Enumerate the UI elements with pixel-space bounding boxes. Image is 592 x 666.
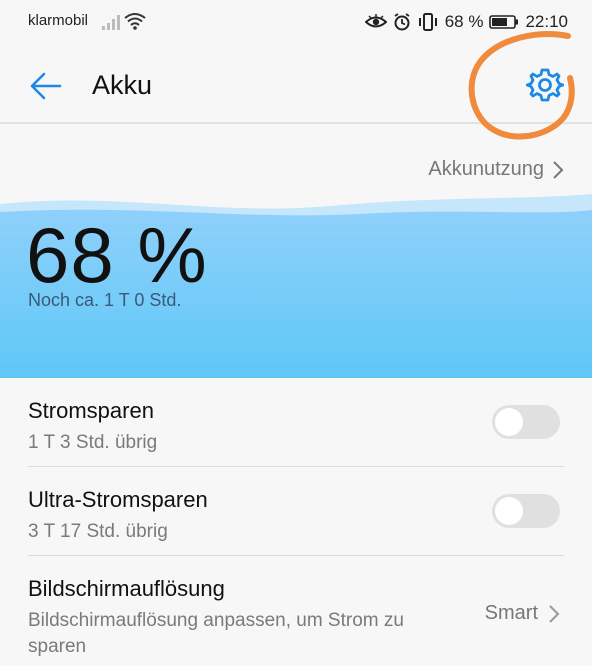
battery-remaining-time: Noch ca. 1 T 0 Std.	[28, 290, 182, 310]
list-item-ultra-power-saving[interactable]: Ultra-Stromsparen 3 T 17 Std. übrig	[28, 467, 564, 556]
vibrate-icon	[418, 13, 437, 31]
alarm-icon	[394, 13, 410, 31]
list-item-power-saving[interactable]: Stromsparen 1 T 3 Std. übrig	[28, 378, 564, 467]
battery-usage-link[interactable]: Akkunutzung	[428, 158, 564, 181]
settings-list: Stromsparen 1 T 3 Std. übrig Ultra-Strom…	[0, 378, 592, 666]
list-item-screen-resolution[interactable]: Bildschirmauflösung Bildschirmauflösung …	[28, 556, 564, 666]
power-saving-subtitle: 1 T 3 Std. übrig	[28, 432, 158, 453]
screen-resolution-title: Bildschirmauflösung	[28, 576, 225, 601]
chevron-right-icon	[553, 160, 564, 179]
annotation-circle	[468, 31, 575, 140]
toggle-knob	[495, 497, 523, 525]
battery-percent-large: 68 %	[26, 211, 208, 299]
carrier-name: klarmobil	[28, 12, 89, 29]
battery-usage-label: Akkunutzung	[428, 158, 544, 180]
battery-percent-text: 68 %	[444, 12, 484, 31]
battery-icon	[489, 15, 519, 29]
ultra-power-saving-subtitle: 3 T 17 Std. übrig	[28, 521, 168, 542]
toggle-knob	[495, 408, 523, 436]
power-saving-toggle[interactable]	[492, 405, 560, 439]
back-arrow-icon[interactable]	[28, 68, 64, 104]
chevron-right-icon	[549, 604, 560, 623]
wifi-icon	[124, 13, 146, 30]
page-title: Akku	[92, 70, 153, 100]
clock-text: 22:10	[525, 12, 568, 31]
screen-resolution-value[interactable]: Smart	[485, 602, 560, 625]
ultra-power-saving-toggle[interactable]	[492, 494, 560, 528]
eye-icon	[364, 14, 387, 28]
screen-resolution-value-text: Smart	[484, 602, 538, 624]
power-saving-title: Stromsparen	[28, 398, 154, 423]
screen-resolution-subtitle: Bildschirmauflösung anpassen, um Strom z…	[28, 610, 404, 657]
ultra-power-saving-title: Ultra-Stromsparen	[28, 487, 208, 512]
